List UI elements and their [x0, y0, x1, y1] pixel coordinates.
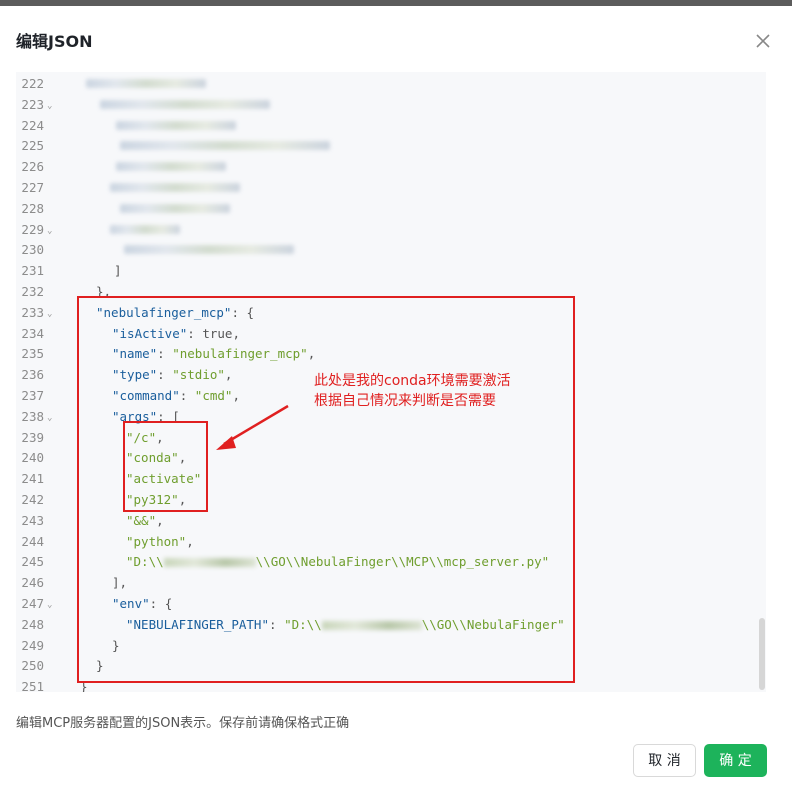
line-number: 232 [21, 284, 44, 299]
code-text: "/c", [126, 429, 164, 445]
line-number: 222 [21, 76, 44, 91]
code-text: "type": "stdio", [112, 367, 233, 383]
code-line[interactable]: 230 [16, 239, 766, 260]
line-number: 247 [21, 596, 44, 611]
code-line[interactable]: 242 "py312", [16, 489, 766, 510]
redacted-text [163, 558, 256, 568]
code-line[interactable]: 234 "isActive": true, [16, 323, 766, 344]
line-number: 223 [21, 96, 44, 112]
redacted-text [86, 79, 206, 88]
code-text: ], [112, 575, 128, 591]
code-line[interactable]: 251} [16, 676, 766, 692]
code-line[interactable]: 245 "D:\\ \\GO\\NebulaFinger\\MCP\\mcp_ser… [16, 551, 766, 572]
dialog-hint: 编辑MCP服务器配置的JSON表示。保存前请确保格式正确 [16, 716, 350, 731]
code-text: } [96, 658, 104, 674]
code-line[interactable]: 248 "NEBULAFINGER_PATH": "D:\\ \\GO\\Nebul… [16, 614, 766, 635]
line-number: 224 [21, 117, 44, 133]
code-line[interactable]: 231] [16, 260, 766, 281]
code-text: "nebulafinger_mcp": { [96, 304, 255, 320]
annotation-line-2: 根据自己情况来判断是否需要 [314, 393, 496, 409]
annotation-line-1: 此处是我的conda环境需要激活 [314, 373, 511, 389]
code-line[interactable]: 228 [16, 198, 766, 219]
code-text: ] [114, 263, 122, 279]
code-line[interactable]: 243 "&&", [16, 510, 766, 531]
code-line[interactable]: 250} [16, 655, 766, 676]
code-text: "activate" [126, 471, 202, 487]
line-number: 235 [21, 346, 44, 362]
code-line[interactable]: 249} [16, 635, 766, 656]
line-number: 242 [21, 492, 44, 507]
line-number: 243 [21, 512, 44, 528]
code-line[interactable]: 246], [16, 572, 766, 593]
line-number: 250 [21, 658, 44, 674]
code-text: "isActive": true, [112, 325, 240, 341]
redacted-text [124, 245, 294, 255]
line-number: 225 [21, 138, 44, 154]
code-text: "name": "nebulafinger_mcp", [112, 346, 316, 362]
line-number: 236 [21, 367, 44, 383]
line-number: 238 [21, 408, 44, 424]
code-text: "conda", [126, 450, 187, 466]
code-text: "&&", [126, 512, 164, 528]
line-number: 226 [21, 159, 44, 175]
line-number: 248 [21, 616, 44, 632]
code-line[interactable]: 226 [16, 156, 766, 177]
line-number: 227 [21, 180, 44, 195]
redacted-text [110, 224, 180, 234]
code-line[interactable]: 244 "python", [16, 531, 766, 552]
code-text: "NEBULAFINGER_PATH": "D:\\ \\GO\\NebulaFi… [126, 616, 565, 632]
cancel-button[interactable]: 取 消 [633, 744, 696, 777]
redacted-text [120, 141, 330, 151]
line-number: 228 [21, 200, 44, 216]
code-line[interactable]: 239 "/c", [16, 427, 766, 448]
redacted-text [116, 120, 236, 130]
annotation-arrow [216, 404, 289, 450]
confirm-button[interactable]: 确 定 [704, 744, 767, 777]
code-line[interactable]: 229 ⌄ [16, 219, 766, 240]
code-text: } [80, 679, 88, 692]
dialog-title: 编辑JSON [16, 32, 93, 51]
line-number: 240 [21, 450, 44, 466]
line-number: 230 [21, 242, 44, 258]
line-number: 244 [21, 533, 44, 549]
code-text: "python", [126, 533, 194, 549]
code-line[interactable]: 225 [16, 135, 766, 156]
code-text: } [112, 637, 120, 653]
code-line[interactable]: 224 [16, 115, 766, 136]
code-text: "D:\\ \\GO\\NebulaFinger\\MCP\\mcp_server… [126, 554, 550, 570]
line-number: 229 [21, 221, 44, 237]
line-number: 237 [21, 388, 44, 403]
code-line[interactable]: 233 ⌄ "nebulafinger_mcp": { [16, 302, 766, 323]
line-number: 249 [21, 637, 44, 653]
line-number: 241 [21, 471, 44, 487]
code-line[interactable]: 247 ⌄ "env": { [16, 593, 766, 614]
code-line[interactable]: 223 ⌄ [16, 94, 766, 115]
editor-scrollbar[interactable] [759, 618, 765, 690]
code-line[interactable]: 232}, [16, 281, 766, 302]
line-number: 239 [21, 429, 44, 445]
line-number: 251 [21, 679, 44, 692]
redacted-text [100, 99, 270, 109]
code-text: "args": [ [112, 408, 180, 424]
redacted-text [116, 162, 226, 172]
code-line[interactable]: 240 "conda", [16, 447, 766, 468]
code-line[interactable]: 227 [16, 177, 766, 198]
line-number: 231 [21, 263, 44, 279]
line-number: 246 [21, 575, 44, 591]
redacted-text [321, 620, 422, 630]
code-line[interactable]: 235 "name": "nebulafinger_mcp", [16, 343, 766, 364]
close-icon[interactable] [754, 32, 772, 50]
line-number: 245 [21, 554, 44, 570]
code-line[interactable]: 222 [16, 73, 766, 94]
redacted-text [120, 203, 230, 213]
code-text: }, [96, 284, 112, 299]
code-line[interactable]: 241 "activate" [16, 468, 766, 489]
code-text: "py312", [126, 492, 187, 507]
line-number: 233 [21, 304, 44, 320]
code-text: "env": { [112, 596, 173, 611]
redacted-text [110, 183, 240, 192]
line-number: 234 [21, 325, 44, 341]
